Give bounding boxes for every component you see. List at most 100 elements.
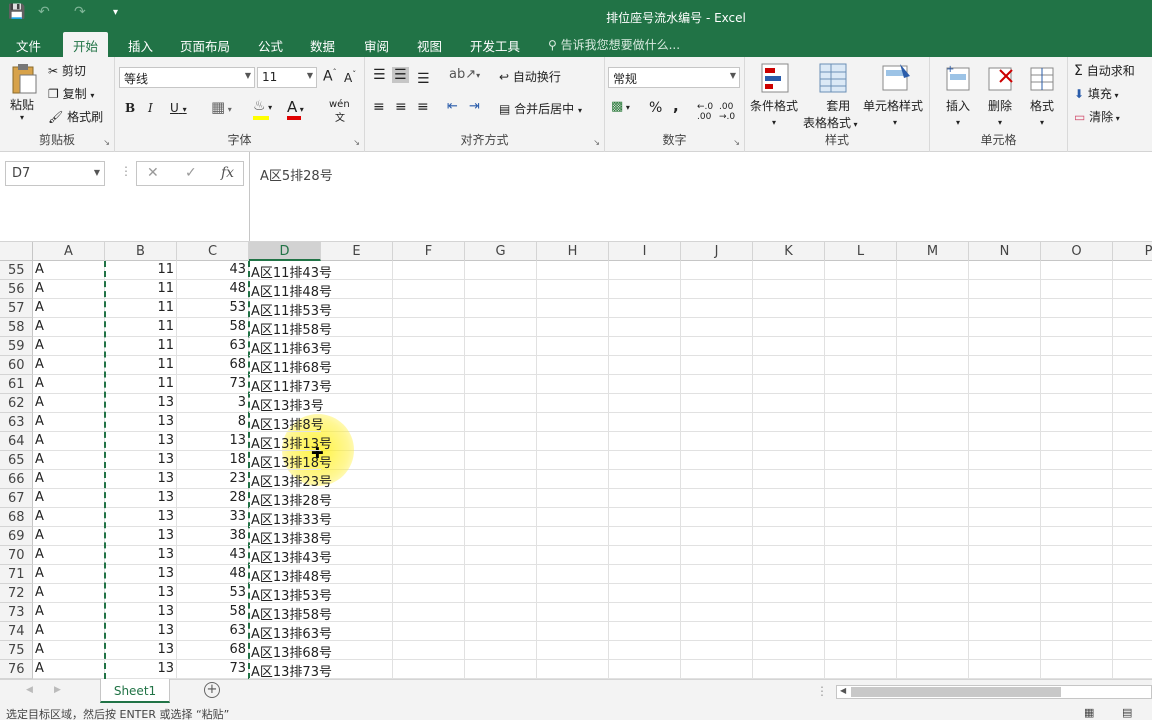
cell-a63[interactable]: A (33, 413, 105, 432)
fill-color-button[interactable]: ♨ ▾ (253, 98, 272, 120)
cell-p75[interactable] (1113, 641, 1152, 660)
cell-p67[interactable] (1113, 489, 1152, 508)
cell-o69[interactable] (1041, 527, 1113, 546)
cell-l60[interactable] (825, 356, 897, 375)
row-header[interactable]: 62 (0, 394, 33, 413)
cell-i73[interactable] (609, 603, 681, 622)
new-sheet-icon[interactable]: + (204, 682, 220, 698)
format-button[interactable]: 格式 ▾ (1030, 97, 1054, 128)
cell-k71[interactable] (753, 565, 825, 584)
cell-c66[interactable]: 23 (177, 470, 249, 489)
cell-k55[interactable] (753, 261, 825, 280)
row-header[interactable]: 60 (0, 356, 33, 375)
cell-d58[interactable]: A区11排58号 (249, 318, 332, 338)
cell-n59[interactable] (969, 337, 1041, 356)
horizontal-scrollbar[interactable]: ◀ (836, 685, 1152, 699)
cell-a73[interactable]: A (33, 603, 105, 622)
cell-g70[interactable] (465, 546, 537, 565)
cell-i75[interactable] (609, 641, 681, 660)
cell-h64[interactable] (537, 432, 609, 451)
cell-k61[interactable] (753, 375, 825, 394)
cell-g56[interactable] (465, 280, 537, 299)
fill-button[interactable]: ⬇ 填充 ▾ (1074, 85, 1118, 102)
clear-button[interactable]: ▭ 清除 ▾ (1074, 108, 1120, 125)
cell-k56[interactable] (753, 280, 825, 299)
cell-l56[interactable] (825, 280, 897, 299)
cell-d61[interactable]: A区11排73号 (249, 375, 332, 395)
cell-k66[interactable] (753, 470, 825, 489)
cell-i69[interactable] (609, 527, 681, 546)
middle-align-icon[interactable]: ☰ (392, 67, 409, 83)
column-header-c[interactable]: C (177, 242, 249, 261)
cell-m71[interactable] (897, 565, 969, 584)
row-header[interactable]: 66 (0, 470, 33, 489)
cell-o55[interactable] (1041, 261, 1113, 280)
font-color-button[interactable]: A ▾ (287, 98, 304, 120)
tab-view[interactable]: 视图 (417, 36, 442, 55)
cell-c55[interactable]: 43 (177, 261, 249, 280)
cell-d66[interactable]: A区13排23号 (249, 470, 332, 490)
cell-d62[interactable]: A区13排3号 (249, 394, 324, 414)
cell-d73[interactable]: A区13排58号 (249, 603, 332, 623)
cell-g73[interactable] (465, 603, 537, 622)
cell-o60[interactable] (1041, 356, 1113, 375)
cell-h63[interactable] (537, 413, 609, 432)
cell-f70[interactable] (393, 546, 465, 565)
row-header[interactable]: 59 (0, 337, 33, 356)
cell-i64[interactable] (609, 432, 681, 451)
cell-l59[interactable] (825, 337, 897, 356)
top-align-icon[interactable]: ☰ (373, 67, 386, 83)
cell-l58[interactable] (825, 318, 897, 337)
cell-h70[interactable] (537, 546, 609, 565)
cell-f71[interactable] (393, 565, 465, 584)
cell-b68[interactable]: 13 (105, 508, 177, 527)
cell-h58[interactable] (537, 318, 609, 337)
cell-c62[interactable]: 3 (177, 394, 249, 413)
cell-c75[interactable]: 68 (177, 641, 249, 660)
cell-p59[interactable] (1113, 337, 1152, 356)
cell-h73[interactable] (537, 603, 609, 622)
cell-b67[interactable]: 13 (105, 489, 177, 508)
cell-p76[interactable] (1113, 660, 1152, 679)
cell-o65[interactable] (1041, 451, 1113, 470)
cell-b66[interactable]: 13 (105, 470, 177, 489)
cell-m74[interactable] (897, 622, 969, 641)
cell-m58[interactable] (897, 318, 969, 337)
number-format-select[interactable]: 常规 ▼ (608, 67, 740, 88)
cell-f60[interactable] (393, 356, 465, 375)
cell-d59[interactable]: A区11排63号 (249, 337, 332, 357)
cell-b59[interactable]: 11 (105, 337, 177, 356)
cell-a62[interactable]: A (33, 394, 105, 413)
cell-o70[interactable] (1041, 546, 1113, 565)
cell-b64[interactable]: 13 (105, 432, 177, 451)
cell-p64[interactable] (1113, 432, 1152, 451)
cell-n60[interactable] (969, 356, 1041, 375)
cell-o61[interactable] (1041, 375, 1113, 394)
cell-i67[interactable] (609, 489, 681, 508)
sheet-tab-sheet1[interactable]: Sheet1 (100, 679, 170, 703)
delete-button[interactable]: 删除 ▾ (988, 97, 1012, 128)
column-header-k[interactable]: K (753, 242, 825, 261)
cell-m63[interactable] (897, 413, 969, 432)
decrease-indent-icon[interactable]: ⇤ (447, 99, 458, 114)
underline-button[interactable]: U ▾ (170, 101, 187, 115)
cell-f65[interactable] (393, 451, 465, 470)
cell-j70[interactable] (681, 546, 753, 565)
cell-a57[interactable]: A (33, 299, 105, 318)
clipboard-launcher-icon[interactable]: ↘ (103, 138, 110, 147)
cell-k74[interactable] (753, 622, 825, 641)
cell-m76[interactable] (897, 660, 969, 679)
cell-h76[interactable] (537, 660, 609, 679)
cell-a55[interactable]: A (33, 261, 105, 280)
formula-input[interactable]: A区5排28号 (249, 152, 1152, 241)
cell-k75[interactable] (753, 641, 825, 660)
cell-a65[interactable]: A (33, 451, 105, 470)
merge-center-button[interactable]: ▤ 合并后居中 ▾ (499, 100, 582, 117)
cell-i60[interactable] (609, 356, 681, 375)
cell-k57[interactable] (753, 299, 825, 318)
cell-i55[interactable] (609, 261, 681, 280)
cell-styles-button[interactable]: 单元格样式 ▾ (863, 97, 923, 128)
cell-c58[interactable]: 58 (177, 318, 249, 337)
insert-function-icon[interactable]: fx (221, 165, 234, 181)
align-center-icon[interactable]: ≡ (395, 99, 407, 115)
